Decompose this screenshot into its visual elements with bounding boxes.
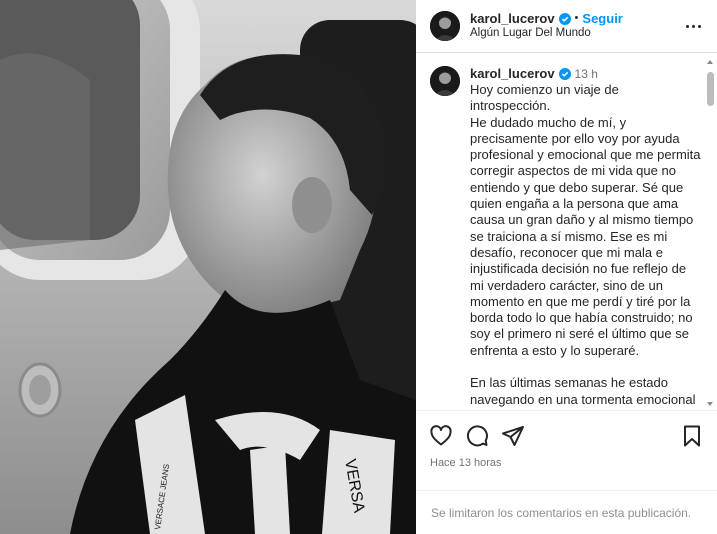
scrollbar-thumb[interactable] [707,72,714,106]
username-link[interactable]: karol_lucerov [470,11,555,26]
post-photo[interactable]: VERSACE JEANS VERSA [0,0,416,534]
scroll-up-icon[interactable] [707,60,713,64]
post-header: karol_lucerov • Seguir Algún Lugar Del M… [416,0,717,53]
location-link[interactable]: Algún Lugar Del Mundo [470,26,623,41]
post-time-ago[interactable]: Hace 13 horas [430,457,502,469]
post-photo-image: VERSACE JEANS VERSA [0,0,416,534]
verified-badge-icon [558,12,571,25]
caption-scrollbar[interactable] [705,58,715,408]
post-sidebar: karol_lucerov • Seguir Algún Lugar Del M… [416,0,717,534]
paper-plane-icon[interactable] [501,424,525,448]
caption-text: Hoy comienzo un viaje de introspección. … [470,82,701,410]
comment-icon[interactable] [465,424,489,448]
caption-timestamp[interactable]: 13 h [575,66,598,82]
follow-button[interactable]: Seguir [582,11,622,26]
separator-dot: • [574,12,579,24]
post-actions: Hace 13 horas [416,410,717,490]
more-options-icon[interactable] [683,17,703,35]
scroll-down-icon[interactable] [707,402,713,406]
bookmark-icon[interactable] [680,424,704,448]
comments-disabled-notice: Se limitaron los comentarios en esta pub… [416,490,717,534]
caption-username[interactable]: karol_lucerov [470,66,555,82]
heart-icon[interactable] [429,424,453,448]
avatar[interactable] [430,11,460,41]
caption-section: karol_lucerov 13 h Hoy comienzo un viaje… [416,54,717,410]
caption-avatar[interactable] [430,66,460,96]
verified-badge-icon [558,68,571,80]
